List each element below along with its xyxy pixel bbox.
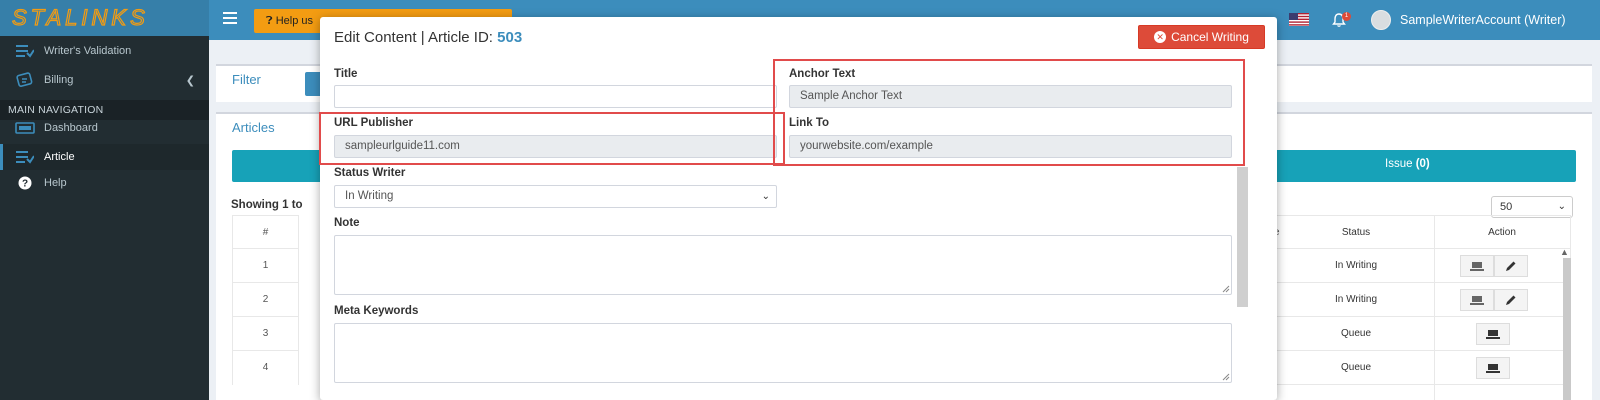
- link-to-field[interactable]: yourwebsite.com/example: [789, 135, 1232, 158]
- note-textarea[interactable]: [334, 235, 1232, 295]
- action-buttons: [1476, 323, 1510, 345]
- table-header-num: #: [232, 215, 299, 250]
- title-label: Title: [334, 68, 358, 80]
- status-cell: In Writing: [1334, 294, 1378, 305]
- action-buttons: [1460, 289, 1528, 311]
- table-cell-num: 2: [232, 282, 299, 317]
- chevron-left-icon: ❮: [185, 74, 195, 87]
- issue-count: (0): [1415, 158, 1430, 170]
- filter-title[interactable]: Filter: [232, 72, 261, 87]
- sidebar-item-billing[interactable]: Billing ❮: [0, 67, 209, 93]
- billing-icon: [14, 71, 36, 89]
- dashboard-icon: [14, 119, 36, 137]
- url-publisher-field[interactable]: sampleurlguide11.com: [334, 135, 777, 158]
- sidebar-item-article[interactable]: Article: [0, 144, 209, 170]
- cancel-writing-button[interactable]: ✕ Cancel Writing: [1138, 25, 1265, 49]
- table-row: In Writing: [1274, 282, 1571, 317]
- article-id: 503: [497, 29, 523, 46]
- list-check-icon: [14, 42, 36, 60]
- laptop-icon: [1486, 364, 1500, 373]
- table-cell-num: 1: [232, 248, 299, 283]
- question-icon: ?: [14, 174, 36, 192]
- modal-title: Edit Content | Article ID: 503: [334, 29, 522, 46]
- chevron-down-icon: ⌄: [1557, 201, 1566, 212]
- user-name[interactable]: SampleWriterAccount (Writer): [1400, 13, 1566, 27]
- laptop-icon: [1470, 296, 1484, 305]
- resize-handle-icon: [1222, 373, 1230, 381]
- table-cell-num: 4: [232, 350, 299, 385]
- meta-keywords-textarea[interactable]: [334, 323, 1232, 383]
- notification-badge: 1: [1342, 12, 1351, 21]
- sidebar-item-label: Writer's Validation: [44, 45, 132, 57]
- sidebar: STALINKS Writer's Validation Billing ❮ M…: [0, 0, 209, 400]
- issue-tab-label: Issue: [1385, 158, 1413, 170]
- view-button[interactable]: [1460, 255, 1494, 277]
- anchor-text-label: Anchor Text: [789, 68, 856, 80]
- articles-title: Articles: [232, 120, 275, 135]
- sidebar-item-dashboard[interactable]: Dashboard: [0, 115, 209, 141]
- table-left-column: # 1 2 3 4: [232, 215, 299, 400]
- showing-entries-text: Showing 1 to: [231, 199, 303, 211]
- modal-title-prefix: Edit Content | Article ID:: [334, 29, 498, 46]
- table-header-status: Status: [1341, 227, 1371, 238]
- status-writer-label: Status Writer: [334, 167, 406, 179]
- sidebar-item-label: Article: [44, 151, 75, 163]
- status-cell: Queue: [1340, 362, 1372, 373]
- url-publisher-label: URL Publisher: [334, 117, 414, 129]
- meta-keywords-label: Meta Keywords: [334, 305, 419, 317]
- modal-scrollbar[interactable]: [1237, 167, 1248, 307]
- us-flag-icon[interactable]: [1289, 13, 1309, 26]
- help-us-label: Help us: [275, 15, 313, 27]
- hamburger-menu-icon[interactable]: [223, 12, 237, 26]
- svg-text:?: ?: [22, 179, 28, 190]
- edit-button[interactable]: [1494, 289, 1528, 311]
- stalinks-logo-icon: STALINKS: [11, 7, 149, 29]
- avatar[interactable]: [1371, 10, 1391, 30]
- edit-button[interactable]: [1494, 255, 1528, 277]
- laptop-icon: [1486, 330, 1500, 339]
- question-icon: ❓︎: [266, 15, 273, 27]
- scroll-up-arrow-icon[interactable]: ▲: [1560, 247, 1569, 257]
- table-row: [1274, 384, 1571, 400]
- pencil-icon: [1506, 261, 1516, 271]
- issue-tab[interactable]: Issue (0): [1385, 158, 1430, 170]
- action-buttons: [1460, 255, 1528, 277]
- table-row: Queue: [1274, 316, 1571, 351]
- per-page-value: 50: [1500, 201, 1513, 213]
- edit-content-modal: Edit Content | Article ID: 503 ✕ Cancel …: [319, 17, 1277, 400]
- svg-text:STALINKS: STALINKS: [12, 7, 149, 29]
- close-circle-icon: ✕: [1154, 31, 1167, 43]
- cancel-writing-label: Cancel Writing: [1171, 30, 1249, 44]
- table-row: In Writing: [1274, 248, 1571, 283]
- chevron-down-icon: ⌄: [761, 191, 770, 202]
- status-cell: In Writing: [1334, 260, 1378, 271]
- table-row: Queue: [1274, 350, 1571, 385]
- pencil-icon: [1506, 295, 1516, 305]
- status-cell: Queue: [1340, 328, 1372, 339]
- table-header-action: Action: [1488, 227, 1516, 238]
- sidebar-item-writers-validation[interactable]: Writer's Validation: [0, 38, 209, 64]
- laptop-icon: [1470, 262, 1484, 271]
- view-button[interactable]: [1476, 323, 1510, 345]
- link-to-label: Link To: [789, 117, 830, 129]
- anchor-text-field[interactable]: Sample Anchor Text: [789, 85, 1232, 108]
- view-button[interactable]: [1476, 357, 1510, 379]
- sidebar-item-help[interactable]: ? Help: [0, 170, 209, 196]
- brand-logo[interactable]: STALINKS: [0, 0, 209, 36]
- sidebar-item-label: Dashboard: [44, 122, 98, 134]
- status-writer-select[interactable]: In Writing ⌄: [334, 185, 777, 208]
- sidebar-item-label: Billing: [44, 74, 74, 86]
- table-scrollbar[interactable]: [1563, 258, 1571, 400]
- resize-handle-icon: [1222, 285, 1230, 293]
- sidebar-item-label: Help: [44, 177, 67, 189]
- table-right-columns: e Status Action In Writing In Writing Qu…: [1274, 215, 1571, 400]
- table-cell-num: 3: [232, 316, 299, 351]
- status-writer-value: In Writing: [345, 190, 394, 202]
- action-buttons: [1476, 357, 1510, 379]
- table-header-row: e Status Action: [1274, 215, 1571, 250]
- list-check-icon: [14, 148, 36, 166]
- note-label: Note: [334, 217, 360, 229]
- view-button[interactable]: [1460, 289, 1494, 311]
- title-input[interactable]: [334, 85, 777, 108]
